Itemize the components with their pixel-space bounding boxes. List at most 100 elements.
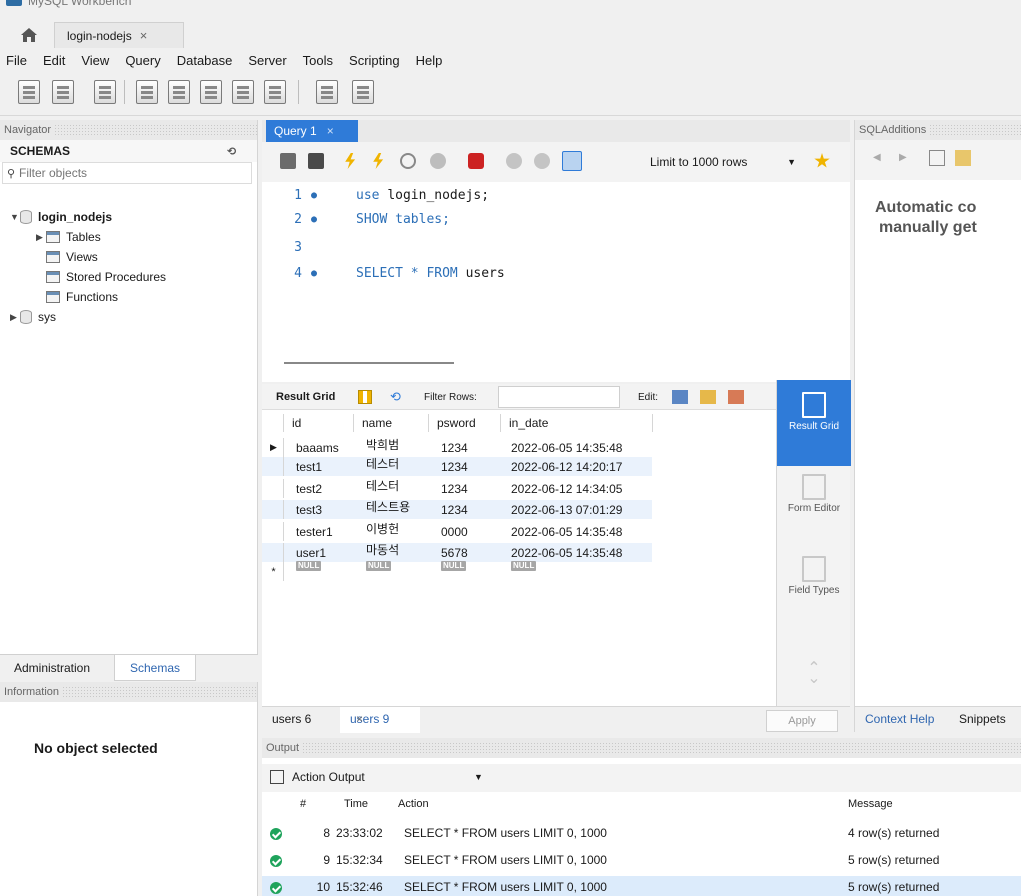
apply-button[interactable]: Apply: [766, 710, 838, 732]
tab-users-6[interactable]: users 6: [272, 712, 311, 726]
create-view-icon[interactable]: [200, 80, 222, 104]
table-row[interactable]: test1 테스터 1234 2022-06-12 14:20:17: [262, 457, 652, 476]
column-header-name[interactable]: name: [354, 414, 429, 432]
table-row[interactable]: tester1 이병헌 0000 2022-06-05 14:35:48: [262, 522, 652, 541]
collapsed-arrow-icon[interactable]: ▶: [36, 232, 46, 243]
menu-query[interactable]: Query: [125, 53, 160, 68]
auto-commit-icon[interactable]: [562, 151, 582, 171]
refresh-icon[interactable]: ⟲: [227, 145, 239, 158]
expanded-arrow-icon[interactable]: ▼: [10, 212, 20, 222]
menu-edit[interactable]: Edit: [43, 53, 65, 68]
column-header-in-date[interactable]: in_date: [501, 414, 653, 432]
action-output-select[interactable]: Action Output: [292, 770, 365, 784]
filter-rows-label: Filter Rows:: [424, 392, 477, 403]
grid-layout-icon[interactable]: [358, 390, 372, 404]
toggle-error-icon[interactable]: [468, 153, 484, 169]
information-panel: Information No object selected: [0, 682, 258, 896]
toggle-auto-help-icon[interactable]: [929, 150, 945, 166]
output-row[interactable]: 8 23:33:02 SELECT * FROM users LIMIT 0, …: [262, 822, 1021, 846]
field-types-button[interactable]: Field Types: [777, 556, 851, 626]
execute-icon[interactable]: [345, 153, 356, 169]
success-icon: [270, 882, 282, 894]
rollback-icon[interactable]: [534, 153, 550, 169]
beautify-icon[interactable]: [814, 153, 830, 168]
table-row-new[interactable]: * NULL NULL NULL NULL: [262, 560, 652, 581]
column-header-psword[interactable]: psword: [429, 414, 501, 432]
tab-schemas[interactable]: Schemas: [114, 655, 196, 681]
reconnect-icon[interactable]: [352, 80, 374, 104]
new-sql-tab-icon[interactable]: [18, 80, 40, 104]
database-icon: [20, 310, 32, 324]
result-grid-button[interactable]: Result Grid: [777, 380, 851, 466]
sql-editor[interactable]: 1 ● use login_nodejs; 2 ● SHOW tables; 3…: [262, 182, 850, 352]
insert-row-icon[interactable]: [700, 390, 716, 404]
create-procedure-icon[interactable]: [232, 80, 254, 104]
manual-help-icon[interactable]: [955, 150, 971, 166]
create-schema-icon[interactable]: [136, 80, 158, 104]
save-icon[interactable]: [308, 153, 324, 169]
tab-snippets[interactable]: Snippets: [959, 712, 1006, 726]
tab-administration[interactable]: Administration: [14, 661, 90, 675]
tree-item-functions[interactable]: Functions: [46, 288, 118, 306]
back-icon[interactable]: ◀: [873, 152, 881, 163]
open-sql-script-icon[interactable]: [52, 80, 74, 104]
column-header-action[interactable]: Action: [398, 794, 429, 814]
execute-statement-icon[interactable]: [373, 153, 384, 169]
menu-help[interactable]: Help: [416, 53, 443, 68]
schema-sys[interactable]: ▶ sys: [10, 308, 56, 326]
delete-row-icon[interactable]: [728, 390, 744, 404]
tab-users-9[interactable]: users 9 ×: [340, 707, 420, 733]
output-row-selected[interactable]: 10 15:32:46 SELECT * FROM users LIMIT 0,…: [262, 876, 1021, 896]
commit-icon[interactable]: [506, 153, 522, 169]
stop-icon[interactable]: [430, 153, 446, 169]
create-table-icon[interactable]: [168, 80, 190, 104]
editor-horizontal-scrollbar[interactable]: [262, 352, 850, 382]
inspector-icon[interactable]: [94, 80, 116, 104]
table-row[interactable]: test3 테스트용 1234 2022-06-13 07:01:29: [262, 500, 652, 519]
form-editor-button[interactable]: Form Editor: [777, 474, 851, 544]
table-row[interactable]: ▶ baaams 박희범 1234 2022-06-05 14:35:48: [262, 438, 652, 457]
connection-tab-login-nodejs[interactable]: login-nodejs ×: [54, 22, 184, 48]
menu-tools[interactable]: Tools: [303, 53, 333, 68]
column-header-message[interactable]: Message: [848, 794, 893, 814]
copy-icon[interactable]: [270, 770, 284, 784]
close-icon[interactable]: ×: [327, 124, 334, 138]
refresh-icon[interactable]: ⟲: [390, 389, 401, 405]
create-function-icon[interactable]: [264, 80, 286, 104]
schema-login-nodejs[interactable]: ▼ login_nodejs: [10, 208, 112, 226]
column-header-id[interactable]: id: [284, 414, 354, 432]
tree-item-views[interactable]: Views: [46, 248, 98, 266]
column-header-time[interactable]: Time: [344, 794, 368, 814]
open-file-icon[interactable]: [280, 153, 296, 169]
home-tab[interactable]: [4, 22, 54, 48]
result-grid-label[interactable]: Result Grid: [276, 391, 335, 403]
tree-item-tables[interactable]: ▶ Tables: [36, 228, 101, 246]
scroll-panel-arrows-icon[interactable]: ⌃ ⌄: [777, 661, 851, 694]
collapsed-arrow-icon[interactable]: ▶: [10, 312, 20, 323]
menu-view[interactable]: View: [81, 53, 109, 68]
output-row[interactable]: 9 15:32:34 SELECT * FROM users LIMIT 0, …: [262, 849, 1021, 873]
close-icon[interactable]: ×: [356, 712, 363, 726]
column-header-num[interactable]: #: [300, 794, 306, 814]
forward-icon[interactable]: ▶: [899, 152, 907, 163]
table-row[interactable]: test2 테스터 1234 2022-06-12 14:34:05: [262, 479, 652, 498]
menu-database[interactable]: Database: [177, 53, 233, 68]
edit-row-icon[interactable]: [672, 390, 688, 404]
chevron-down-icon[interactable]: ▼: [474, 772, 483, 782]
menu-scripting[interactable]: Scripting: [349, 53, 400, 68]
tab-context-help[interactable]: Context Help: [865, 712, 934, 726]
search-table-data-icon[interactable]: [316, 80, 338, 104]
scrollbar-thumb[interactable]: [284, 362, 454, 364]
filter-objects-input[interactable]: [19, 166, 239, 180]
function-folder-icon: [46, 291, 60, 303]
menu-file[interactable]: File: [6, 53, 27, 68]
menu-server[interactable]: Server: [248, 53, 286, 68]
close-icon[interactable]: ×: [140, 28, 148, 43]
limit-rows-select[interactable]: Limit to 1000 rows ▼: [642, 151, 802, 173]
explain-icon[interactable]: [400, 153, 416, 169]
tab-query-1[interactable]: Query 1 ×: [266, 120, 358, 142]
information-header: Information: [0, 682, 257, 702]
new-row-marker-icon: *: [264, 562, 284, 581]
tree-item-stored-procedures[interactable]: Stored Procedures: [46, 268, 166, 286]
filter-rows-input[interactable]: [498, 386, 620, 408]
